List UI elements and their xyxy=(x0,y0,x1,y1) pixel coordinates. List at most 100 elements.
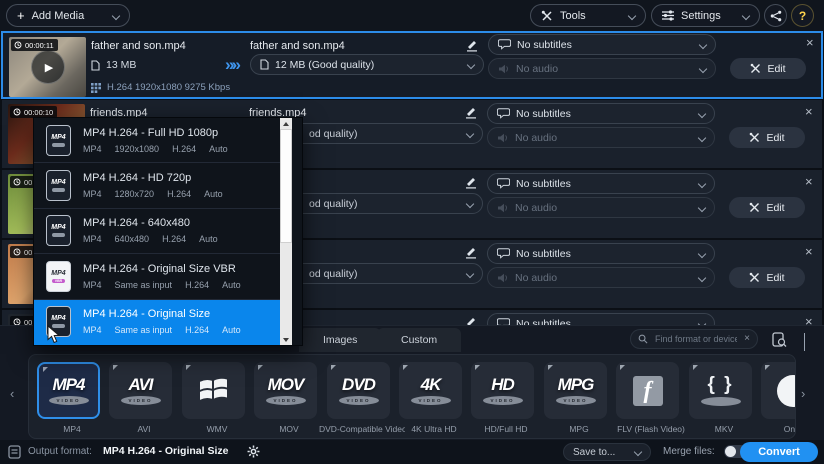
close-icon[interactable]: × xyxy=(805,106,813,117)
audio-dropdown[interactable]: No audio xyxy=(487,127,715,148)
corner-fold-icon xyxy=(548,365,553,370)
output-preset-dropdown[interactable]: 12 MB (Good quality) xyxy=(250,54,484,75)
edit-button[interactable]: Edit xyxy=(729,127,805,148)
preset-option-original-vbr[interactable]: MP4VBR MP4 H.264 - Original Size VBR MP4… xyxy=(34,254,280,299)
scroll-up-button[interactable] xyxy=(280,118,292,129)
format-tiles-strip: MP4 VIDEO MP4 AVI VIDEO AVI WMV MOV VIDE… xyxy=(28,354,796,439)
gear-icon[interactable] xyxy=(247,445,260,458)
source-file-size: 13 MB xyxy=(91,59,136,71)
dvd-logo: DVD xyxy=(342,376,375,393)
rename-button[interactable] xyxy=(460,174,480,190)
tools-icon xyxy=(541,10,553,22)
chevron-down-icon xyxy=(634,448,642,456)
collapse-panel-button[interactable] xyxy=(804,333,805,351)
rename-button[interactable] xyxy=(461,37,481,53)
mouse-cursor xyxy=(47,325,60,349)
merge-files-label: Merge files: xyxy=(663,446,715,457)
chevron-down-icon xyxy=(699,64,707,72)
pencil-icon xyxy=(463,246,477,259)
scrollbar-thumb[interactable] xyxy=(280,129,292,243)
rename-button[interactable] xyxy=(460,244,480,260)
scroll-formats-right-icon[interactable]: › xyxy=(801,386,805,401)
chevron-down-icon xyxy=(742,11,750,19)
save-to-dropdown[interactable]: Save to... xyxy=(563,443,651,461)
preset-option-original-size-selected[interactable]: MP4 MP4 H.264 - Original Size MP4Same as… xyxy=(34,300,280,345)
corner-fold-icon xyxy=(258,365,263,370)
video-oval xyxy=(701,397,741,406)
edit-button[interactable]: Edit xyxy=(729,267,805,288)
format-tile-mkv[interactable]: { } xyxy=(689,362,752,419)
video-thumbnail[interactable]: ▶ 00:00:11 xyxy=(9,37,86,97)
menu-scrollbar[interactable] xyxy=(280,118,292,345)
subtitles-dropdown[interactable]: No subtitles xyxy=(487,103,715,124)
rename-button[interactable] xyxy=(460,104,480,120)
search-input[interactable] xyxy=(653,333,739,345)
preset-option-fullhd[interactable]: MP4 MP4 H.264 - Full HD 1080p MP41920x10… xyxy=(34,118,280,163)
format-tile-hd[interactable]: HD VIDEO xyxy=(471,362,534,419)
format-tile-mov[interactable]: MOV VIDEO xyxy=(254,362,317,419)
corner-fold-icon xyxy=(186,365,191,370)
format-search-field[interactable]: × xyxy=(630,329,758,349)
format-tile-mpg[interactable]: MPG VIDEO xyxy=(544,362,607,419)
triangle-down-icon xyxy=(283,338,289,342)
close-icon[interactable]: × xyxy=(805,246,813,257)
tab-images[interactable]: Images xyxy=(299,328,381,352)
add-media-label: Add Media xyxy=(32,10,85,22)
subtitles-dropdown[interactable]: No subtitles xyxy=(487,243,715,264)
preset-option-640x480[interactable]: MP4 MP4 H.264 - 640x480 MP4640x480H.264A… xyxy=(34,209,280,254)
video-oval: VIDEO xyxy=(556,396,596,405)
format-tile-wmv[interactable] xyxy=(182,362,245,419)
preset-option-hd720[interactable]: MP4 MP4 H.264 - HD 720p MP41280x720H.264… xyxy=(34,163,280,208)
mp4-vbr-file-icon: MP4VBR xyxy=(46,261,71,292)
close-icon[interactable]: × xyxy=(805,176,813,187)
mp4-file-icon: MP4 xyxy=(46,215,71,246)
bottom-action-bar: Output format: MP4 H.264 - Original Size… xyxy=(0,440,824,464)
tab-custom[interactable]: Custom xyxy=(377,328,461,352)
share-icon xyxy=(770,10,782,22)
pencil-icon xyxy=(463,176,477,189)
file-row-father-and-son[interactable]: ▶ 00:00:11 father and son.mp4 13 MB H.26… xyxy=(1,31,823,99)
scroll-down-button[interactable] xyxy=(280,334,292,345)
audio-dropdown[interactable]: No audio xyxy=(487,197,715,218)
format-tile-online[interactable] xyxy=(761,362,796,419)
chevron-down-icon xyxy=(698,249,706,257)
convert-button[interactable]: Convert xyxy=(740,442,818,462)
device-detect-button[interactable] xyxy=(766,329,792,350)
edit-tools-icon xyxy=(749,132,760,143)
format-tile-mp4[interactable]: MP4 VIDEO xyxy=(37,362,100,419)
clock-icon xyxy=(13,248,21,256)
close-icon[interactable]: × xyxy=(806,37,814,48)
corner-fold-icon xyxy=(620,365,625,370)
corner-fold-icon xyxy=(43,367,48,372)
edit-button[interactable]: Edit xyxy=(730,58,806,79)
chevron-down-icon xyxy=(698,203,706,211)
file-icon xyxy=(260,59,269,70)
tools-button[interactable]: Tools xyxy=(530,4,646,27)
format-tile-avi[interactable]: AVI VIDEO xyxy=(109,362,172,419)
chevron-down-icon xyxy=(804,333,805,351)
add-media-button[interactable]: + Add Media xyxy=(6,4,130,27)
share-button[interactable] xyxy=(764,4,787,27)
edit-button[interactable]: Edit xyxy=(729,197,805,218)
settings-button[interactable]: Settings xyxy=(651,4,760,27)
chevron-down-icon xyxy=(698,179,706,187)
flash-logo-icon: f xyxy=(633,376,663,406)
chevron-down-icon xyxy=(112,11,120,19)
help-button[interactable]: ? xyxy=(791,4,814,27)
video-oval: VIDEO xyxy=(266,396,306,405)
search-icon xyxy=(638,334,648,344)
play-button[interactable]: ▶ xyxy=(31,50,65,84)
subtitles-dropdown[interactable]: No subtitles xyxy=(488,34,716,55)
clear-search-icon[interactable]: × xyxy=(744,334,750,344)
pencil-icon xyxy=(463,106,477,119)
scroll-formats-left-icon[interactable]: ‹ xyxy=(10,386,14,401)
format-tile-dvd[interactable]: DVD VIDEO xyxy=(327,362,390,419)
format-tile-4k[interactable]: 4K VIDEO xyxy=(399,362,462,419)
format-label: Online xyxy=(753,424,796,434)
output-list-icon xyxy=(8,445,21,459)
audio-dropdown[interactable]: No audio xyxy=(487,267,715,288)
audio-dropdown[interactable]: No audio xyxy=(488,58,716,79)
format-tile-flv[interactable]: f xyxy=(616,362,679,419)
chevron-down-icon xyxy=(628,11,636,19)
subtitles-dropdown[interactable]: No subtitles xyxy=(487,173,715,194)
